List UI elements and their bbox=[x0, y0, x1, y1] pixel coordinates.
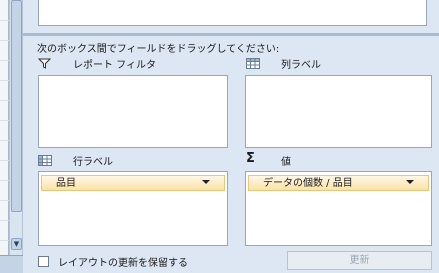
report-filter-area[interactable] bbox=[38, 75, 228, 148]
row-grid-icon bbox=[38, 155, 52, 166]
update-button[interactable]: 更新 bbox=[287, 251, 432, 270]
column-grid-icon bbox=[246, 58, 260, 69]
column-labels-label: 列ラベル bbox=[281, 60, 321, 71]
report-filter-label: レポート フィルタ bbox=[73, 60, 156, 71]
row-labels-label: 行ラベル bbox=[73, 157, 113, 168]
dropdown-arrow-icon[interactable] bbox=[202, 180, 210, 184]
defer-update-checkbox[interactable] bbox=[38, 256, 49, 267]
dropdown-arrow-icon[interactable] bbox=[406, 180, 414, 184]
vertical-scrollbar[interactable]: ▼ bbox=[9, 0, 23, 273]
scrollbar-corner bbox=[0, 255, 23, 273]
values-field-chip[interactable]: データの個数 / 品目 bbox=[248, 175, 429, 191]
scroll-down-arrow-icon[interactable]: ▼ bbox=[11, 238, 22, 250]
row-labels-area[interactable]: 品目 bbox=[38, 171, 228, 246]
values-label: 値 bbox=[281, 157, 291, 168]
sigma-icon: Σ bbox=[246, 151, 255, 166]
field-list-box[interactable] bbox=[38, 0, 427, 26]
scrollbar-thumb[interactable] bbox=[11, 0, 22, 212]
filter-icon bbox=[38, 58, 51, 69]
row-field-label: 品目 bbox=[56, 178, 76, 189]
drag-instruction-text: 次のボックス間でフィールドをドラッグしてください: bbox=[37, 44, 280, 55]
worksheet-edge bbox=[0, 0, 9, 273]
panel-splitter[interactable] bbox=[23, 33, 439, 36]
column-labels-area[interactable] bbox=[245, 75, 432, 148]
values-field-label: データの個数 / 品目 bbox=[263, 178, 353, 189]
defer-update-label: レイアウトの更新を保留する bbox=[58, 258, 188, 269]
values-area[interactable]: データの個数 / 品目 bbox=[245, 171, 432, 246]
row-field-chip[interactable]: 品目 bbox=[41, 175, 225, 191]
